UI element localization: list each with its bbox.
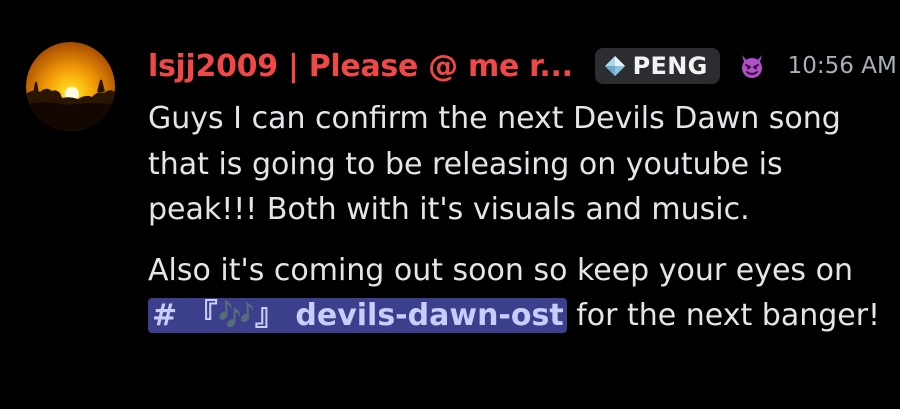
timestamp[interactable]: 10:56 AM — [788, 53, 897, 79]
devil-face-icon[interactable] — [738, 52, 766, 80]
message-header: lsjj2009 | Please @ me r... PENG 10:56 A… — [148, 44, 897, 88]
sunset-avatar-image — [26, 42, 115, 131]
message-paragraph: Also it's coming out soon so keep your e… — [148, 248, 883, 339]
message-paragraph: Guys I can confirm the next Devils Dawn … — [148, 101, 841, 227]
message-content: Guys I can confirm the next Devils Dawn … — [148, 96, 883, 339]
server-tag[interactable]: PENG — [594, 48, 720, 84]
server-tag-label: PENG — [632, 52, 708, 80]
channel-mention[interactable]: # 『🎶』 devils-dawn-ost — [148, 298, 567, 333]
username[interactable]: lsjj2009 | Please @ me r... — [148, 49, 573, 84]
chat-message: lsjj2009 | Please @ me r... PENG 10:56 A… — [0, 0, 900, 409]
message-text: Also it's coming out soon so keep your e… — [148, 252, 853, 288]
avatar[interactable] — [26, 42, 115, 131]
message-text: for the next banger! — [566, 298, 881, 333]
diamond-icon — [603, 54, 627, 78]
